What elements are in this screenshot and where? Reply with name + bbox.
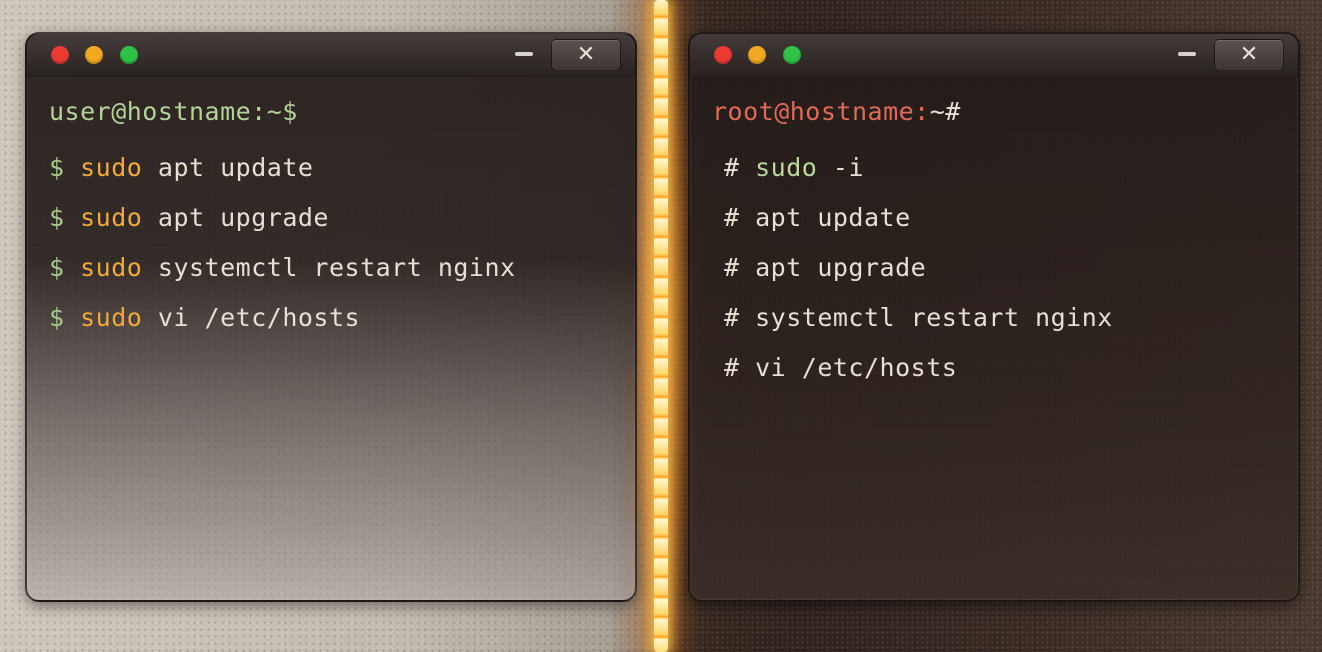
prompt-symbol: $: [49, 253, 65, 282]
command-text: vi /etc/hosts: [755, 353, 958, 382]
close-dot-icon[interactable]: [51, 46, 69, 64]
prompt-symbol: #: [724, 303, 740, 332]
command-text: apt update: [755, 203, 911, 232]
shell-prompt-user: root@hostname:: [712, 97, 930, 126]
command-text: apt update: [157, 153, 314, 182]
command-line: # apt upgrade: [712, 253, 1298, 303]
command-line: $ sudo vi /etc/hosts: [49, 303, 635, 353]
minimize-dot-icon[interactable]: [85, 46, 103, 64]
prompt-symbol: #: [724, 153, 740, 182]
command-prefix: sudo: [755, 153, 818, 182]
close-button[interactable]: ✕: [1214, 39, 1284, 71]
root-terminal-window[interactable]: ✕ root@hostname:~# # sudo -i # apt updat…: [688, 32, 1300, 602]
titlebar[interactable]: ✕: [27, 34, 635, 77]
prompt-symbol: #: [724, 353, 740, 382]
prompt-symbol: $: [49, 203, 65, 232]
command-line: $ sudo systemctl restart nginx: [49, 253, 635, 303]
prompt-symbol: $: [49, 153, 65, 182]
command-line: # sudo -i: [712, 153, 1298, 203]
command-line: # vi /etc/hosts: [712, 353, 1298, 403]
prompt-symbol: #: [724, 253, 740, 282]
command-text: -i: [832, 153, 865, 182]
glowing-divider: [654, 0, 668, 652]
terminal-body[interactable]: user@hostname:~$ $ sudo apt update $ sud…: [27, 77, 635, 353]
command-prefix: sudo: [80, 153, 143, 182]
close-button[interactable]: ✕: [551, 39, 621, 71]
terminal-body[interactable]: root@hostname:~# # sudo -i # apt update …: [690, 77, 1298, 403]
minimize-dot-icon[interactable]: [748, 46, 766, 64]
command-prefix: sudo: [80, 303, 143, 332]
command-text: apt upgrade: [755, 253, 927, 282]
user-terminal-window[interactable]: ✕ user@hostname:~$ $ sudo apt update $ s…: [25, 32, 637, 602]
command-text: apt upgrade: [157, 203, 329, 232]
titlebar[interactable]: ✕: [690, 34, 1298, 77]
shell-prompt-path: ~#: [929, 97, 961, 126]
command-text: vi /etc/hosts: [157, 303, 361, 332]
command-prefix: sudo: [80, 203, 143, 232]
command-text: systemctl restart nginx: [755, 303, 1113, 332]
command-line: # systemctl restart nginx: [712, 303, 1298, 353]
prompt-symbol: $: [49, 303, 65, 332]
close-dot-icon[interactable]: [714, 46, 732, 64]
command-prefix: sudo: [80, 253, 143, 282]
command-line: $ sudo apt upgrade: [49, 203, 635, 253]
maximize-dot-icon[interactable]: [120, 46, 138, 64]
prompt-symbol: #: [724, 203, 740, 232]
minimize-icon[interactable]: [1178, 52, 1196, 56]
minimize-icon[interactable]: [515, 52, 533, 56]
command-text: systemctl restart nginx: [157, 253, 516, 282]
shell-prompt: user@hostname:~$: [49, 97, 298, 126]
command-line: # apt update: [712, 203, 1298, 253]
maximize-dot-icon[interactable]: [783, 46, 801, 64]
command-line: $ sudo apt update: [49, 153, 635, 203]
